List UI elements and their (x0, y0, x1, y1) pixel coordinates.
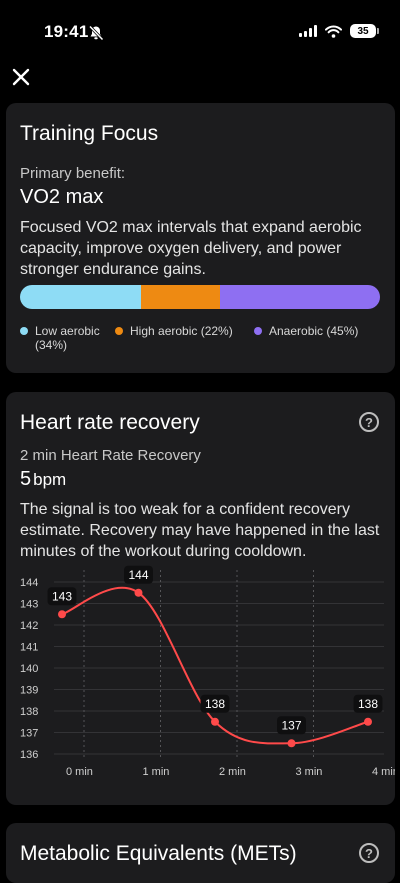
close-icon (12, 68, 30, 86)
legend-label: High aerobic (22%) (130, 324, 233, 338)
x-tick-label: 0 min (66, 766, 93, 778)
primary-benefit-value: VO2 max (20, 186, 104, 208)
legend-label: Anaerobic (45%) (269, 324, 359, 338)
status-indicators: 35 (299, 24, 379, 38)
data-point (287, 739, 296, 748)
bell-off-icon (88, 25, 104, 41)
data-label: 138 (205, 697, 225, 711)
y-tick-label: 144 (20, 577, 38, 589)
heart-rate-recovery-chart: 144 143 142 141 140 139 138 137 136 0 min 1 min 2 m… (20, 565, 395, 778)
x-tick-label: 2 min (219, 766, 246, 778)
status-time: 19:41 (44, 22, 89, 41)
data-label: 138 (358, 697, 378, 711)
anaerobic-dot (254, 327, 262, 335)
data-point (211, 717, 219, 726)
y-tick-label: 143 (20, 599, 38, 611)
y-tick-label: 138 (20, 706, 38, 718)
y-tick-label: 142 (20, 620, 38, 632)
training-focus-card: Training Focus Primary benefit: VO2 max … (6, 103, 395, 373)
bar-segment-low-aerobic (20, 285, 142, 309)
y-tick-label: 139 (20, 685, 38, 697)
help-icon[interactable]: ? (359, 843, 379, 863)
legend-low-aerobic: Low aerobic (34%) (20, 324, 115, 352)
y-tick-label: 136 (20, 749, 38, 761)
x-tick-label: 3 min (296, 766, 323, 778)
cellular-signal-icon (299, 25, 317, 37)
legend-anaerobic: Anaerobic (45%) (254, 324, 358, 338)
data-point (58, 610, 66, 619)
x-tick-label: 4 min (372, 766, 395, 778)
data-label: 144 (128, 568, 148, 582)
data-point (364, 717, 372, 726)
training-load-bar (20, 285, 380, 309)
legend-high-aerobic: High aerobic (22%) (115, 324, 233, 338)
training-focus-description: Focused VO2 max intervals that expand ae… (20, 219, 362, 278)
data-point (134, 588, 143, 597)
bar-segment-high-aerobic (141, 285, 220, 309)
mets-card: Metabolic Equivalents (METs) ? (6, 823, 395, 883)
bar-segment-anaerobic (219, 285, 380, 309)
y-tick-label: 140 (20, 663, 38, 675)
high-aerobic-dot (115, 327, 123, 335)
heart-rate-recovery-card: Heart rate recovery ? 2 min Heart Rate R… (6, 392, 395, 805)
low-aerobic-dot (20, 327, 28, 335)
x-tick-label: 1 min (143, 766, 170, 778)
close-button[interactable] (8, 64, 34, 90)
card-title: Training Focus (20, 122, 159, 145)
y-tick-label: 141 (20, 642, 38, 654)
battery-indicator: 35 (350, 24, 379, 38)
legend-label: Low aerobic (34%) (35, 324, 100, 352)
primary-benefit-label: Primary benefit: (20, 165, 126, 182)
data-label: 137 (281, 718, 301, 732)
wifi-icon (325, 25, 342, 38)
status-bar: 19:41 35 (0, 0, 400, 64)
data-label: 143 (52, 589, 72, 603)
card-title: Metabolic Equivalents (METs) (20, 842, 297, 865)
y-tick-label: 137 (20, 728, 38, 740)
